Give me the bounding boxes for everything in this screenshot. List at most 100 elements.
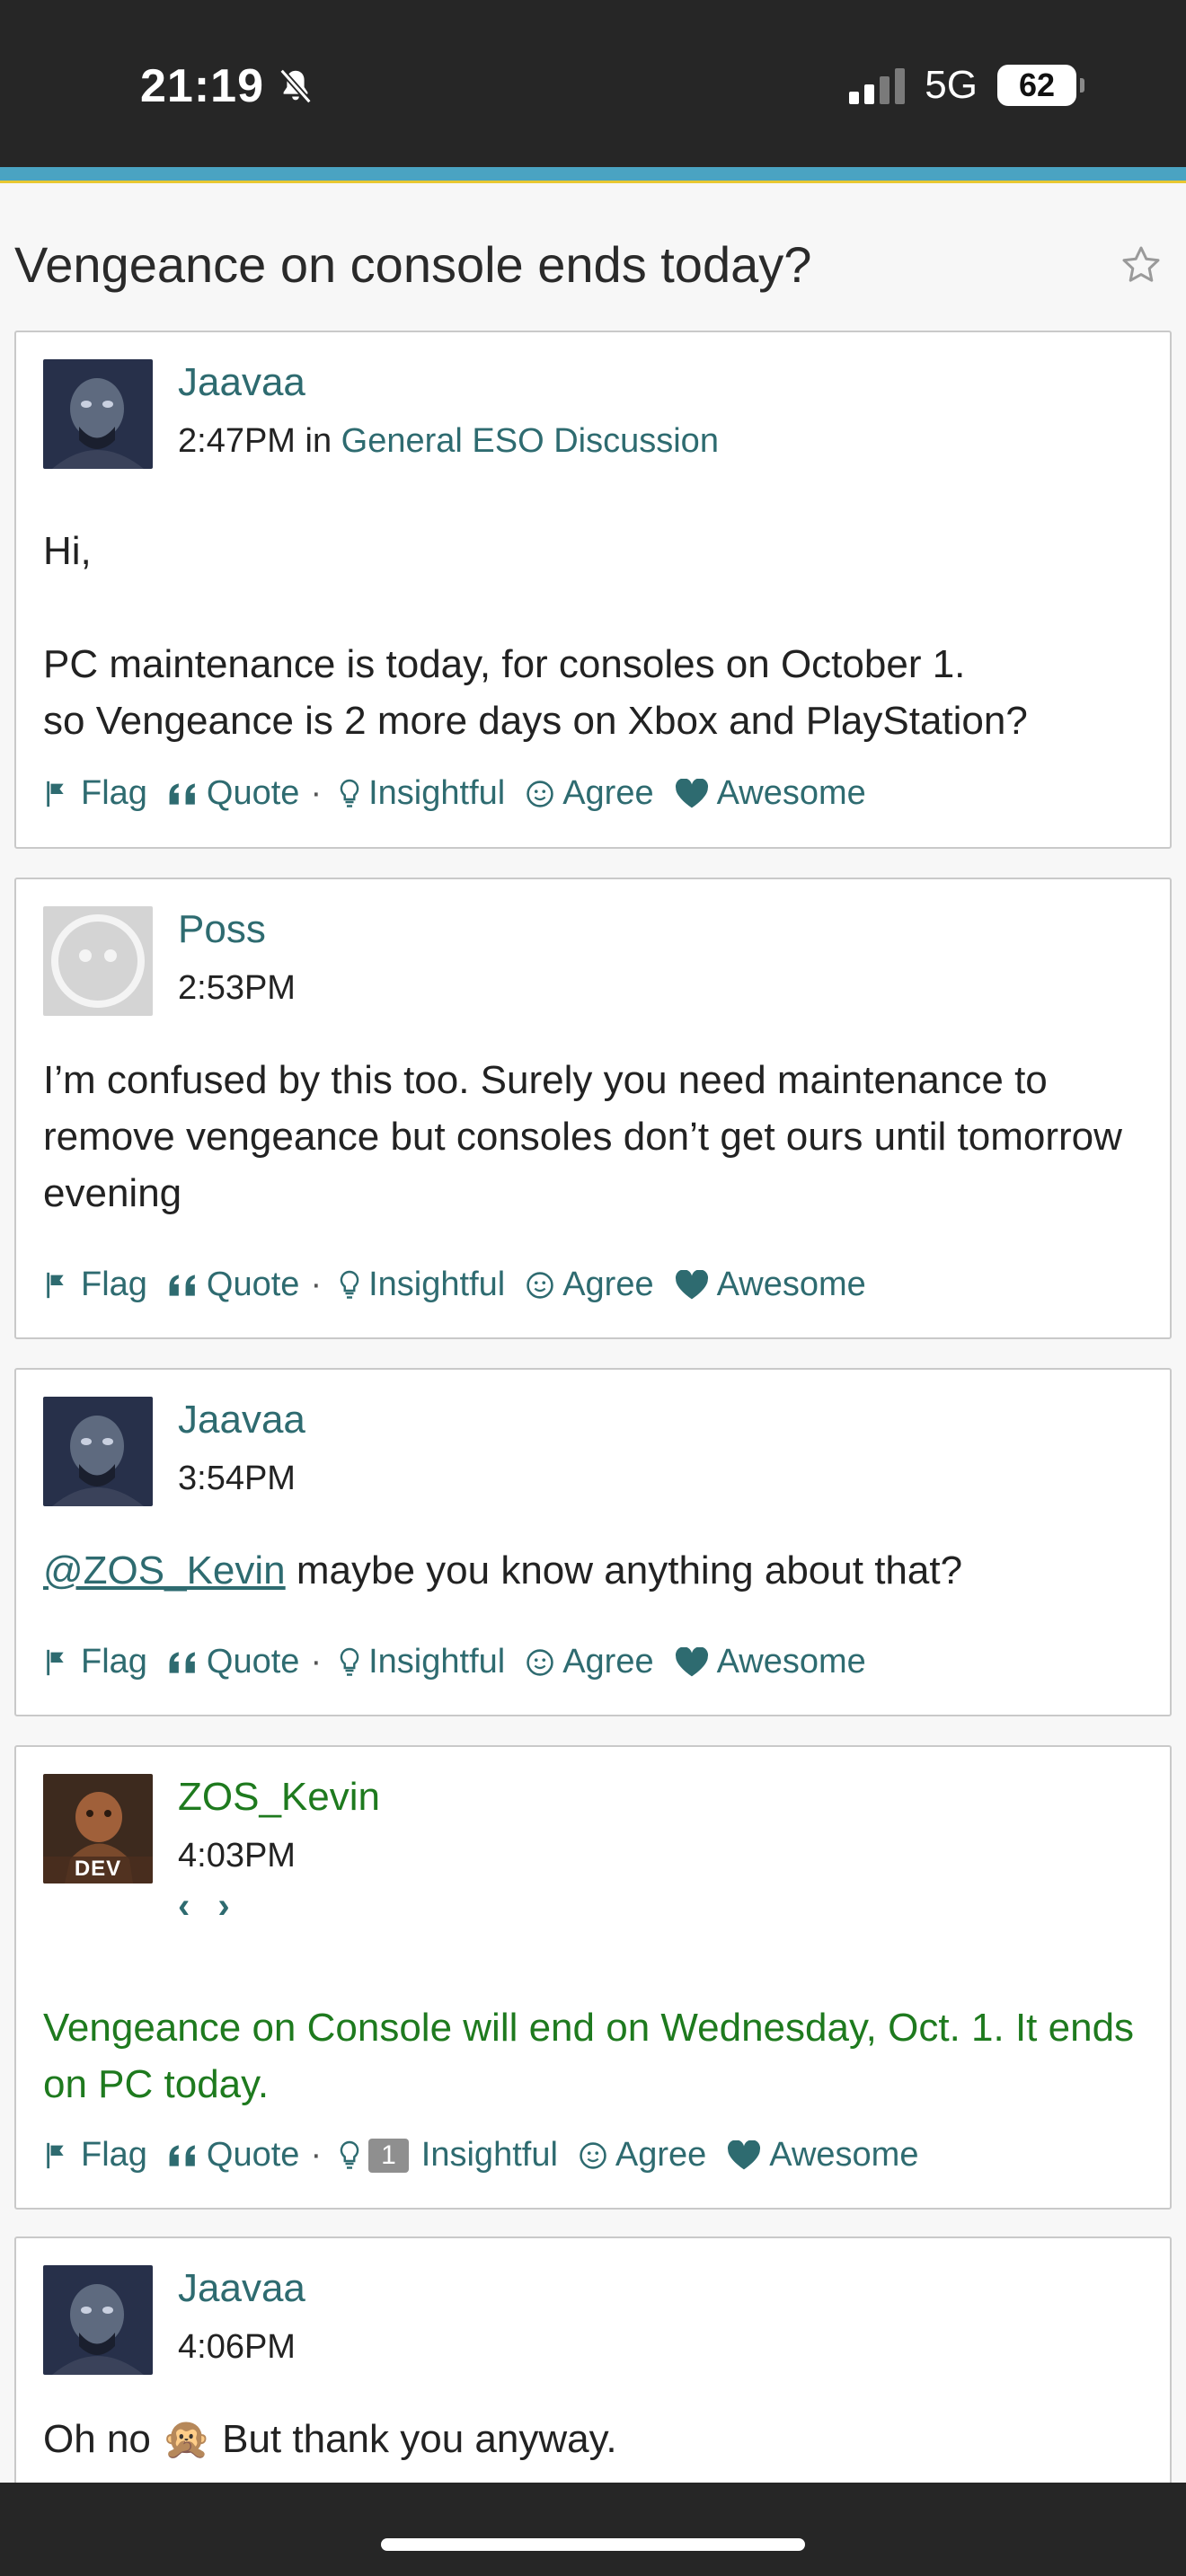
network-label: 5G	[925, 63, 978, 107]
quote-icon	[169, 1651, 195, 1673]
post-time: 4:06PM	[178, 2328, 305, 2367]
post-time: 4:03PM	[178, 1837, 380, 1875]
heart-icon	[728, 2139, 761, 2169]
author-name[interactable]: Poss	[178, 906, 296, 953]
author-name[interactable]: Jaavaa	[178, 1397, 305, 1443]
quote-icon	[169, 2144, 195, 2166]
body-paragraph: so Vengeance is 2 more days on Xbox and …	[43, 699, 1028, 743]
insightful-label: Insightful	[368, 1266, 506, 1303]
author-name[interactable]: Jaavaa	[178, 359, 719, 406]
lightbulb-icon	[340, 1647, 359, 1676]
clock-text: 21:19	[140, 60, 264, 112]
status-indicators: 5G 62	[849, 63, 1084, 108]
quote-icon	[169, 1274, 195, 1296]
comment-post: Jaavaa 4:06PM Oh no 🙊 But thank you anyw…	[14, 2236, 1172, 2524]
lightbulb-icon	[340, 2140, 359, 2169]
bell-slash-icon	[279, 68, 312, 104]
user-mention-link[interactable]: @ZOS_Kevin	[43, 1548, 286, 1592]
post-time: 2:53PM	[178, 969, 296, 1008]
body-paragraph: maybe you know anything about that?	[285, 1548, 963, 1592]
flag-button[interactable]: Flag	[43, 1643, 147, 1681]
awesome-label: Awesome	[716, 774, 866, 812]
post-time: 3:54PM	[178, 1460, 305, 1498]
post-body: I’m confused by this too. Surely you nee…	[43, 1052, 1143, 1222]
agree-button[interactable]: Agree	[578, 2136, 706, 2175]
smile-icon	[527, 1271, 553, 1299]
lightbulb-icon	[340, 779, 359, 807]
flag-button[interactable]: Flag	[43, 774, 147, 813]
post-body: Oh no 🙊 But thank you anyway.	[43, 2411, 1143, 2467]
comment-post: Poss 2:53PM I’m confused by this too. Su…	[14, 878, 1172, 1339]
flag-icon	[47, 2142, 64, 2168]
timestamp[interactable]: 2:53PM	[178, 969, 296, 1007]
author-name[interactable]: ZOS_Kevin	[178, 1774, 380, 1821]
thread-title-row: Vengeance on console ends today?	[14, 235, 1172, 294]
insightful-button[interactable]: Insightful	[338, 1643, 505, 1681]
post-body: Hi, PC maintenance is today, for console…	[43, 523, 1143, 749]
agree-label: Agree	[615, 2136, 707, 2174]
timestamp[interactable]: 4:03PM	[178, 1837, 296, 1875]
agree-button[interactable]: Agree	[525, 774, 654, 813]
author-name[interactable]: Jaavaa	[178, 2265, 305, 2312]
monkey-emoji: 🙊	[162, 2417, 211, 2461]
timestamp[interactable]: 4:06PM	[178, 2328, 296, 2366]
flag-button[interactable]: Flag	[43, 1266, 147, 1304]
separator: ·	[310, 2136, 323, 2174]
comment-post: Jaavaa 2:47PM in General ESO Discussion …	[14, 331, 1172, 849]
smile-icon	[580, 2141, 606, 2169]
avatar[interactable]: DEV	[43, 1774, 153, 1883]
body-paragraph: I’m confused by this too. Surely you nee…	[43, 1058, 1122, 1215]
flag-label: Flag	[81, 1266, 147, 1303]
post-body: Vengeance on Console will end on Wednesd…	[43, 1999, 1143, 2113]
bookmark-star-icon[interactable]	[1120, 243, 1163, 287]
dev-badge: DEV	[74, 1857, 122, 1881]
flag-icon	[47, 781, 64, 807]
flag-icon	[47, 1272, 64, 1298]
timestamp[interactable]: 2:47PM	[178, 422, 296, 460]
avatar[interactable]	[43, 1397, 153, 1506]
comment-post: Jaavaa 3:54PM @ZOS_Kevin maybe you know …	[14, 1368, 1172, 1716]
post-header: Poss 2:53PM	[43, 906, 296, 1016]
post-time: 2:47PM in General ESO Discussion	[178, 422, 719, 461]
body-paragraph: Oh no	[43, 2417, 163, 2461]
insightful-button[interactable]: Insightful	[338, 774, 505, 813]
insightful-button[interactable]: Insightful	[338, 1266, 505, 1304]
agree-button[interactable]: Agree	[525, 1266, 654, 1304]
staff-post-nav[interactable]: ‹ ›	[178, 1886, 380, 1927]
agree-label: Agree	[562, 1643, 654, 1681]
quote-button[interactable]: Quote	[167, 2136, 300, 2175]
header-accent-bar	[0, 167, 1186, 183]
signal-icon	[849, 66, 906, 104]
in-label: in	[305, 422, 332, 460]
awesome-label: Awesome	[716, 1643, 866, 1681]
quote-label: Quote	[206, 774, 300, 812]
battery-level: 62	[1018, 66, 1056, 103]
timestamp[interactable]: 3:54PM	[178, 1460, 296, 1497]
avatar[interactable]	[43, 906, 153, 1016]
quote-button[interactable]: Quote	[167, 1266, 299, 1304]
awesome-button[interactable]: Awesome	[674, 1266, 866, 1304]
separator: ·	[310, 1643, 323, 1681]
quote-label: Quote	[206, 2136, 300, 2174]
separator: ·	[310, 1266, 323, 1303]
reaction-bar: Flag Quote · Insightful Agree Awesome	[43, 1643, 886, 1681]
agree-button[interactable]: Agree	[525, 1643, 654, 1681]
flag-button[interactable]: Flag	[43, 2136, 147, 2175]
category-link[interactable]: General ESO Discussion	[341, 422, 719, 460]
awesome-button[interactable]: Awesome	[674, 1643, 866, 1681]
flag-label: Flag	[81, 774, 147, 812]
agree-label: Agree	[562, 1266, 654, 1303]
heart-icon	[675, 1646, 708, 1676]
insightful-button[interactable]: 1 Insightful	[338, 2136, 558, 2175]
comment-post: DEV ZOS_Kevin 4:03PM ‹ › Vengeance on Co…	[14, 1745, 1172, 2210]
awesome-button[interactable]: Awesome	[674, 774, 866, 813]
quote-button[interactable]: Quote	[167, 1643, 300, 1681]
awesome-button[interactable]: Awesome	[726, 2136, 918, 2175]
quote-label: Quote	[206, 1643, 300, 1681]
avatar[interactable]	[43, 359, 153, 469]
avatar[interactable]	[43, 2265, 153, 2375]
home-indicator[interactable]	[381, 2538, 805, 2551]
quote-button[interactable]: Quote	[167, 774, 300, 813]
heart-icon	[675, 778, 708, 807]
separator: ·	[310, 774, 323, 812]
